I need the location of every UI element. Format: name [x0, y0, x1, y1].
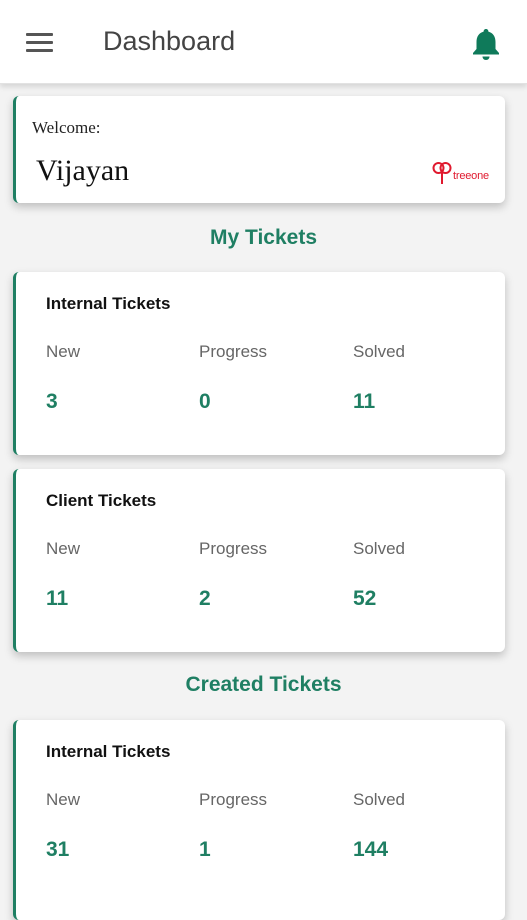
progress-count[interactable]: 1 [199, 838, 211, 862]
menu-icon[interactable] [26, 33, 54, 53]
welcome-label: Welcome: [32, 118, 101, 137]
new-count[interactable]: 11 [46, 587, 68, 611]
new-count[interactable]: 31 [46, 838, 69, 862]
section-title-created-tickets: Created Tickets [185, 673, 342, 696]
progress-count[interactable]: 2 [199, 587, 211, 611]
solved-count[interactable]: 11 [353, 390, 375, 414]
new-count[interactable]: 3 [46, 390, 58, 414]
my-client-tickets-card[interactable]: Client Tickets New Progress Solved 11 2 … [13, 469, 505, 652]
section-title-my-tickets: My Tickets [210, 226, 317, 249]
app-bar: Dashboard [0, 0, 527, 84]
created-internal-tickets-card[interactable]: Internal Tickets New Progress Solved 31 … [13, 720, 505, 920]
card-title: Internal Tickets [46, 742, 171, 761]
card-title: Client Tickets [46, 491, 157, 510]
new-label: New [46, 342, 81, 361]
solved-count[interactable]: 144 [353, 838, 388, 862]
tree-logo-icon [432, 162, 452, 184]
progress-label: Progress [199, 342, 268, 361]
solved-label: Solved [353, 790, 405, 809]
user-name: Vijayan [36, 154, 130, 187]
progress-count[interactable]: 0 [199, 390, 211, 414]
welcome-card: Welcome: Vijayan treeone [13, 96, 505, 203]
new-label: New [46, 539, 81, 558]
card-title: Internal Tickets [46, 294, 171, 313]
solved-label: Solved [353, 342, 405, 361]
bell-icon[interactable] [472, 27, 500, 61]
company-logo: treeone [432, 159, 489, 185]
logo-text: treeone [453, 170, 489, 182]
my-internal-tickets-card[interactable]: Internal Tickets New Progress Solved 3 0… [13, 272, 505, 455]
progress-label: Progress [199, 539, 268, 558]
progress-label: Progress [199, 790, 268, 809]
solved-count[interactable]: 52 [353, 587, 376, 611]
solved-label: Solved [353, 539, 405, 558]
new-label: New [46, 790, 81, 809]
page-title: Dashboard [103, 26, 236, 56]
